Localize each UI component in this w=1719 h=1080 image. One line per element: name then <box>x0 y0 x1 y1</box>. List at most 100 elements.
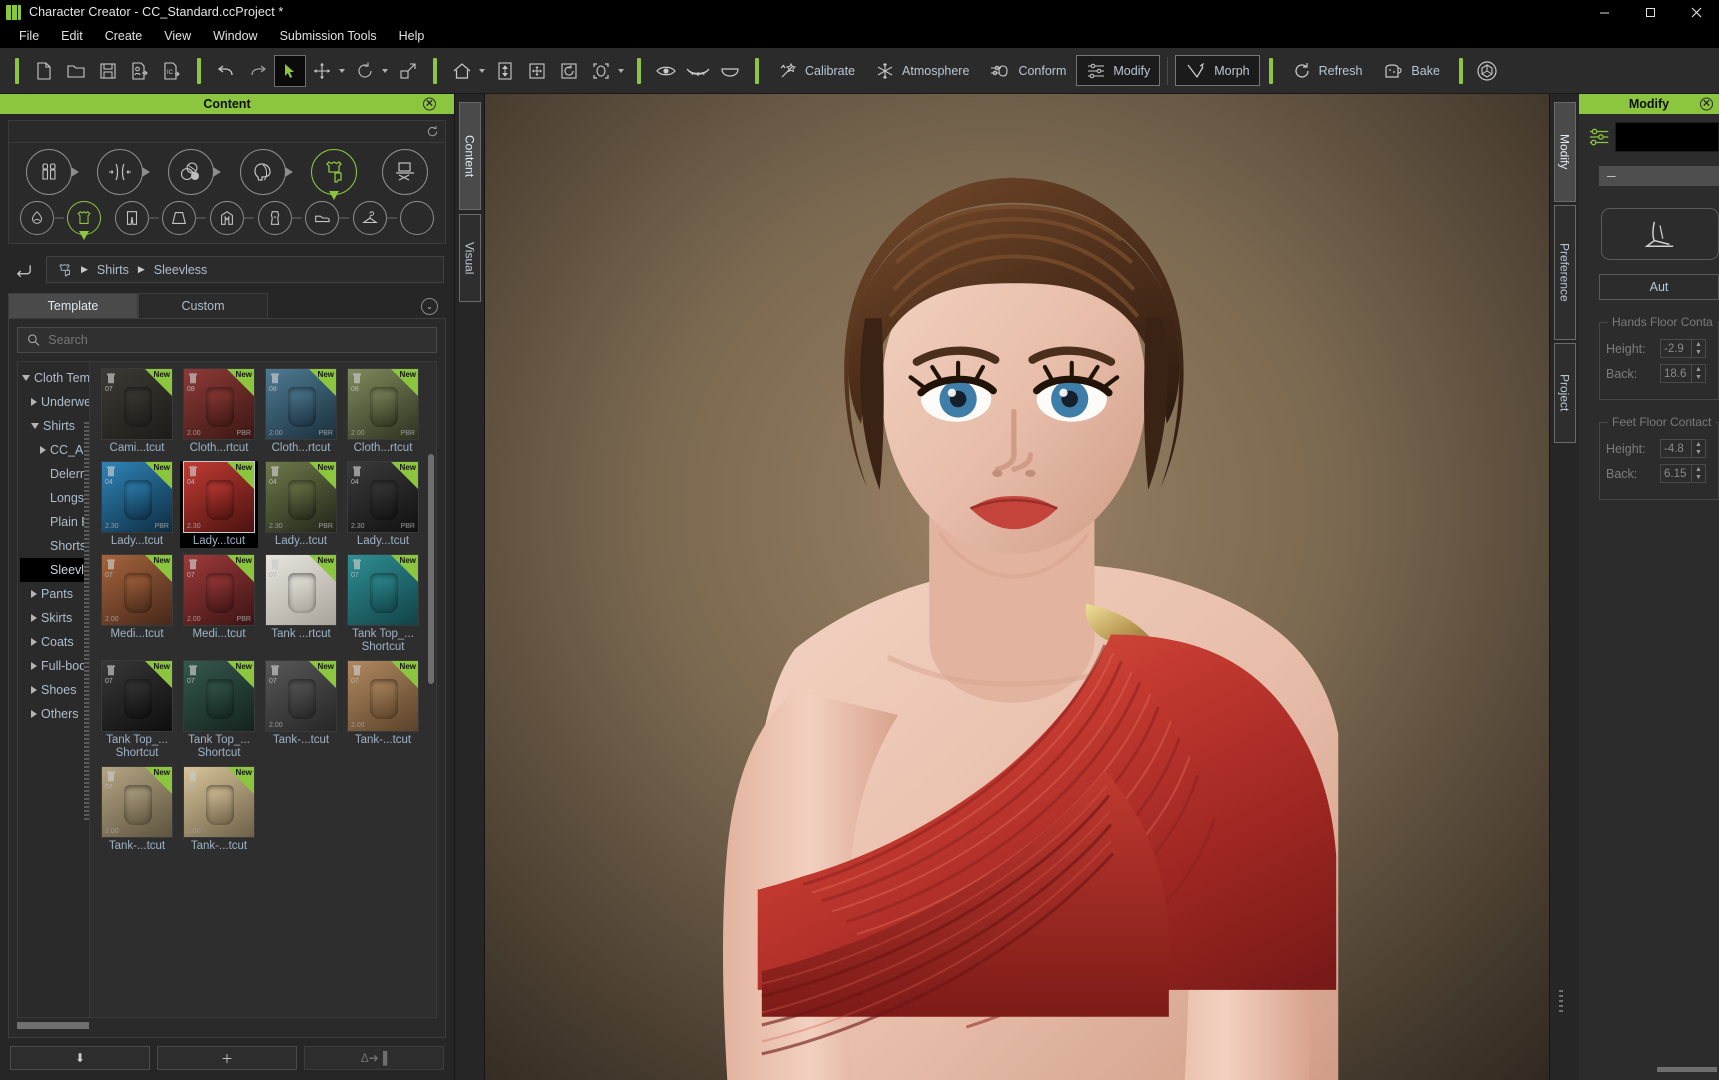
calibrate-button[interactable]: Calibrate <box>768 55 865 87</box>
fit-view-icon[interactable] <box>489 55 521 87</box>
tree-toggle-icon[interactable] <box>31 686 37 694</box>
select-tool-icon[interactable] <box>274 55 306 87</box>
thumbnail-item[interactable]: 072.00PBRNewMedi...tcut <box>180 554 258 654</box>
subcat-shirts[interactable] <box>67 201 101 235</box>
thumbnail-item[interactable]: 042.30PBRNewLady...tcut <box>344 461 422 548</box>
viewport[interactable] <box>485 94 1549 1080</box>
subcat-coats[interactable] <box>210 201 244 235</box>
menu-create[interactable]: Create <box>94 26 154 46</box>
feet-height-field[interactable]: Height: -4.8 ▲▼ <box>1606 439 1712 458</box>
modify-panel-scrollbar[interactable] <box>1657 1067 1717 1072</box>
menu-help[interactable]: Help <box>388 26 436 46</box>
auto-button[interactable]: Aut <box>1599 274 1719 300</box>
thumbnail-item[interactable]: 072.00NewTank-...tcut <box>180 766 258 853</box>
tree-node[interactable]: Shortsle. <box>20 534 89 558</box>
tree-node[interactable]: CC_Alley <box>20 438 89 462</box>
modify-tab-area[interactable] <box>1615 122 1719 152</box>
thumbnail-item[interactable]: 082.00PBRNewCloth...rtcut <box>344 368 422 455</box>
menu-window[interactable]: Window <box>202 26 268 46</box>
orbit-view-icon[interactable] <box>553 55 585 87</box>
tab-template[interactable]: Template <box>8 293 138 318</box>
undo-icon[interactable] <box>210 55 242 87</box>
morph-button[interactable]: Morph <box>1175 55 1259 86</box>
hands-height-down-icon[interactable]: ▼ <box>1692 349 1705 358</box>
tab-custom[interactable]: Custom <box>138 293 268 318</box>
maximize-button[interactable] <box>1627 0 1673 24</box>
hands-back-stepper[interactable]: 18.6 ▲▼ <box>1660 364 1706 383</box>
category-accessory[interactable] <box>382 149 428 195</box>
hands-back-up-icon[interactable]: ▲ <box>1692 365 1705 374</box>
tree-toggle-icon[interactable] <box>31 398 37 406</box>
thumbnail-item[interactable]: 072.00NewTank-...tcut <box>344 660 422 760</box>
thumbnail-item[interactable]: 07NewTank Top_... Shortcut <box>98 660 176 760</box>
subcat-skirts[interactable] <box>162 201 196 235</box>
home-view-caret-icon[interactable] <box>479 69 485 73</box>
category-skin[interactable] <box>168 149 214 195</box>
atmosphere-button[interactable]: Atmosphere <box>865 55 979 87</box>
tree-node[interactable]: Pants <box>20 582 89 606</box>
home-view-icon[interactable] <box>446 55 478 87</box>
back-button[interactable] <box>10 259 36 281</box>
content-panel-close-icon[interactable]: ✕ <box>423 98 436 111</box>
tree-toggle-icon[interactable] <box>31 614 37 622</box>
add-button[interactable]: ＋ <box>157 1046 297 1070</box>
search-bar[interactable] <box>17 327 437 353</box>
feet-height-stepper[interactable]: -4.8 ▲▼ <box>1660 439 1706 458</box>
menu-file[interactable]: File <box>8 26 50 46</box>
thumbnail-item[interactable]: 082.00PBRNewCloth...rtcut <box>180 368 258 455</box>
move-tool-icon[interactable] <box>306 55 338 87</box>
thumbnail-item[interactable]: 072.00NewTank-...tcut <box>262 660 340 760</box>
tree-scrollbar[interactable] <box>84 422 89 822</box>
tree-toggle-icon[interactable] <box>31 590 37 598</box>
feet-height-down-icon[interactable]: ▼ <box>1692 449 1705 458</box>
vtab-content[interactable]: Content <box>459 102 481 210</box>
hands-height-value[interactable]: -2.9 <box>1661 340 1691 357</box>
chevron-down-icon[interactable]: ⌄ <box>421 298 438 315</box>
thumbnail-item[interactable]: 07NewTank ...rtcut <box>262 554 340 654</box>
tree-node[interactable]: Shirts <box>20 414 89 438</box>
tree-toggle-icon[interactable] <box>31 423 39 429</box>
tree-node[interactable]: Cloth Templa <box>20 366 89 390</box>
pan-view-icon[interactable] <box>521 55 553 87</box>
subcat-others[interactable] <box>400 201 434 235</box>
bake-button[interactable]: Bake <box>1372 55 1450 87</box>
tree-node[interactable]: Others <box>20 702 89 726</box>
tree-node[interactable]: Plain Bas <box>20 510 89 534</box>
close-button[interactable] <box>1673 0 1719 24</box>
section-collapse-toggle[interactable]: ─ <box>1599 166 1719 186</box>
feet-back-stepper[interactable]: 6.15 ▲▼ <box>1660 464 1706 483</box>
tree-node[interactable]: Skirts <box>20 606 89 630</box>
tree-toggle-icon[interactable] <box>40 446 46 454</box>
new-file-icon[interactable] <box>28 55 60 87</box>
category-body[interactable] <box>26 149 72 195</box>
thumbnail-item[interactable]: 072.00NewMedi...tcut <box>98 554 176 654</box>
tree-node[interactable]: Delerna <box>20 462 89 486</box>
breadcrumb-part-sleevless[interactable]: Sleevless <box>154 263 208 277</box>
minimize-button[interactable] <box>1581 0 1627 24</box>
hands-height-field[interactable]: Height: -2.9 ▲▼ <box>1606 339 1712 358</box>
floor-contact-button[interactable] <box>1601 208 1719 260</box>
thumbnail-item[interactable]: 072.00NewTank-...tcut <box>98 766 176 853</box>
redo-icon[interactable] <box>242 55 274 87</box>
tree-toggle-icon[interactable] <box>31 638 37 646</box>
category-head[interactable] <box>240 149 286 195</box>
hands-back-down-icon[interactable]: ▼ <box>1692 374 1705 383</box>
subcat-pants[interactable] <box>115 201 149 235</box>
sliders-icon[interactable] <box>1585 122 1615 152</box>
frame-selection-caret-icon[interactable] <box>618 69 624 73</box>
hands-height-stepper[interactable]: -2.9 ▲▼ <box>1660 339 1706 358</box>
scale-tool-icon[interactable] <box>392 55 424 87</box>
apply-button[interactable]: ⬇ <box>10 1046 150 1070</box>
horizontal-scrollbar[interactable] <box>17 1022 437 1029</box>
feet-height-up-icon[interactable]: ▲ <box>1692 440 1705 449</box>
feet-height-value[interactable]: -4.8 <box>1661 440 1691 457</box>
vtab-preference[interactable]: Preference <box>1554 205 1576 340</box>
vtab-modify[interactable]: Modify <box>1554 102 1576 202</box>
right-panel-grip[interactable] <box>1559 990 1563 1012</box>
modify-button[interactable]: Modify <box>1076 55 1160 86</box>
thumbnail-item[interactable]: 07NewTank Top_... Shortcut <box>180 660 258 760</box>
subcat-underwear[interactable] <box>20 201 54 235</box>
menu-edit[interactable]: Edit <box>50 26 94 46</box>
thumbnail-item[interactable]: 042.30NewLady...tcut <box>180 461 258 548</box>
category-cloth[interactable] <box>311 149 357 195</box>
